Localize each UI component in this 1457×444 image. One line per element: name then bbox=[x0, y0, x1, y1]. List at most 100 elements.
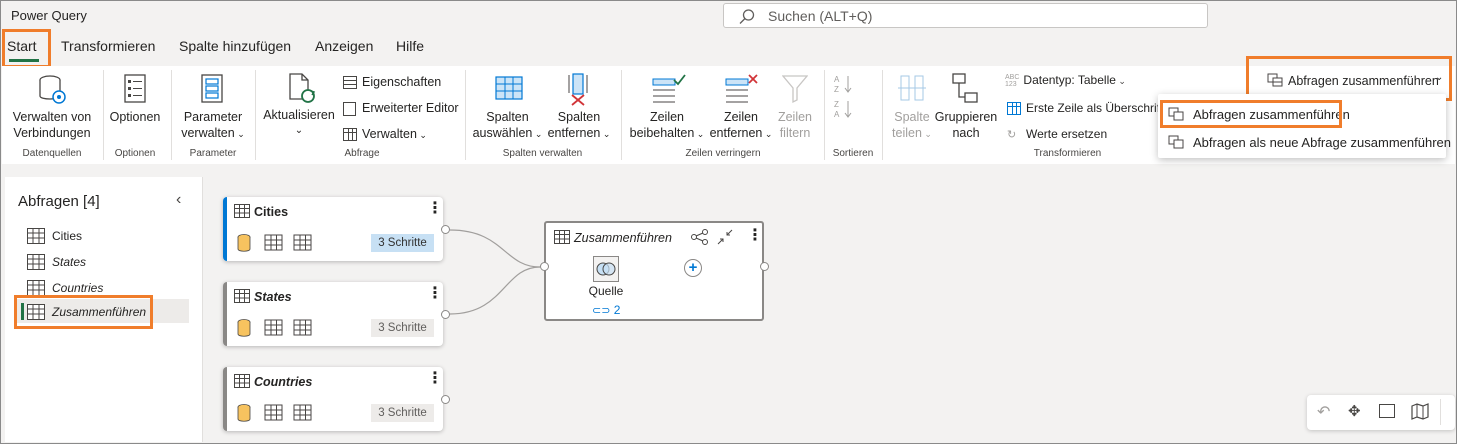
database-gear-icon bbox=[38, 74, 68, 111]
label-line: Spalten bbox=[486, 110, 529, 124]
input-port[interactable] bbox=[540, 262, 549, 271]
query-card-countries[interactable]: Countries ⋮ 3 Schritte bbox=[223, 367, 450, 431]
group-datenquellen: Datenquellen bbox=[22, 148, 82, 159]
sort-ascending-icon[interactable]: A Z bbox=[833, 74, 855, 99]
more-options-icon[interactable]: ⋮ bbox=[427, 371, 443, 387]
steps-badge[interactable]: 3 Schritte bbox=[371, 319, 434, 337]
eigenschaften-button[interactable]: Eigenschaften bbox=[343, 75, 442, 90]
table-header-icon bbox=[1007, 102, 1021, 116]
erweiterter-editor-button[interactable]: Erweiterter Editor bbox=[343, 101, 459, 116]
optionen-button[interactable]: Optionen bbox=[104, 109, 166, 125]
sort-descending-icon[interactable]: Z A bbox=[833, 99, 855, 124]
collapse-chevron-icon[interactable]: ‹ bbox=[176, 191, 181, 209]
steps-badge[interactable]: 3 Schritte bbox=[371, 234, 434, 252]
merge-as-new-icon bbox=[1168, 135, 1184, 154]
spalten-auswaehlen-button[interactable]: Spalten auswählen ⌄ bbox=[470, 109, 545, 142]
tab-transformieren[interactable]: Transformieren bbox=[61, 38, 155, 54]
output-port[interactable] bbox=[441, 395, 450, 404]
chevron-down-icon: ⌄ bbox=[1115, 76, 1126, 86]
label-line: beibehalten ⌄ bbox=[628, 125, 706, 142]
chevron-down-icon: ⌄ bbox=[416, 130, 427, 140]
query-card-states[interactable]: States ⋮ 3 Schritte bbox=[223, 282, 450, 346]
collapse-icon[interactable] bbox=[717, 229, 733, 245]
search-placeholder: Suchen (ALT+Q) bbox=[768, 8, 873, 24]
chevron-down-icon: ⌄ bbox=[600, 129, 611, 139]
card-title: Countries bbox=[254, 375, 313, 389]
separator bbox=[882, 70, 883, 160]
search-input[interactable]: Suchen (ALT+Q) bbox=[723, 3, 1208, 28]
svg-text:Z: Z bbox=[834, 85, 839, 94]
query-card-zusammenfuehren[interactable]: Zusammenführen ⋮ Quelle ⊂⊃ 2 + bbox=[544, 221, 764, 321]
card-bar bbox=[223, 367, 227, 431]
tab-hilfe[interactable]: Hilfe bbox=[396, 38, 424, 54]
table-icon bbox=[234, 289, 250, 303]
label-line: teilen ⌄ bbox=[886, 125, 938, 142]
datentyp-dropdown[interactable]: ABC 123 Datentyp: Tabelle ⌄ bbox=[1005, 73, 1126, 88]
more-options-icon[interactable]: ⋮ bbox=[427, 286, 443, 302]
separator bbox=[465, 70, 466, 160]
menu-item-als-neue-abfrage[interactable]: Abfragen als neue Abfrage zusammenführen bbox=[1193, 135, 1451, 150]
linked-queries[interactable]: ⊂⊃ 2 bbox=[592, 303, 620, 317]
zeilen-entfernen-button[interactable]: Zeilen entfernen ⌄ bbox=[706, 109, 776, 142]
table-icon bbox=[27, 254, 45, 270]
separator bbox=[255, 70, 256, 160]
datatype-123-text: 123 bbox=[1005, 80, 1017, 88]
more-options-icon[interactable]: ⋮ bbox=[747, 228, 763, 244]
highlight-tab-start bbox=[2, 29, 51, 68]
canvas-controls: ↶ ✥ bbox=[1307, 395, 1455, 430]
label-text: Eigenschaften bbox=[362, 75, 442, 89]
steps-badge[interactable]: 3 Schritte bbox=[371, 404, 434, 422]
zeilen-beibehalten-button[interactable]: Zeilen beibehalten ⌄ bbox=[628, 109, 706, 142]
erste-zeile-button[interactable]: Erste Zeile als Überschrif bbox=[1007, 101, 1159, 116]
share-icon[interactable] bbox=[691, 229, 709, 245]
label-text: teilen bbox=[892, 126, 922, 140]
svg-text:A: A bbox=[834, 75, 840, 84]
spalten-entfernen-button[interactable]: Spalten entfernen ⌄ bbox=[543, 109, 615, 142]
spalte-teilen-button[interactable]: Spalte teilen ⌄ bbox=[886, 109, 938, 142]
gruppieren-nach-button[interactable]: Gruppieren nach bbox=[934, 109, 998, 141]
verwalten-button[interactable]: Verwalten ⌄ bbox=[343, 127, 427, 142]
table-icon bbox=[234, 374, 250, 388]
move-icon[interactable]: ✥ bbox=[1348, 402, 1361, 420]
label-line: Spalten bbox=[557, 110, 601, 124]
output-port[interactable] bbox=[760, 262, 769, 271]
label-line: Spalte bbox=[894, 110, 930, 124]
merge-step-icon[interactable] bbox=[593, 256, 619, 282]
group-optionen: Optionen bbox=[114, 148, 156, 159]
undo-icon[interactable]: ↶ bbox=[1317, 402, 1330, 422]
output-port[interactable] bbox=[441, 310, 450, 319]
tab-spalte-hinzufuegen[interactable]: Spalte hinzufügen bbox=[179, 38, 291, 54]
split-column-icon bbox=[897, 74, 927, 109]
choose-columns-icon bbox=[495, 76, 523, 105]
query-name: States bbox=[52, 255, 87, 269]
table-icon bbox=[554, 230, 570, 244]
query-item-cities[interactable]: Cities bbox=[27, 228, 82, 247]
verwalten-verbindungen-button[interactable]: Verwalten von Verbindungen bbox=[8, 109, 96, 141]
query-item-states[interactable]: States bbox=[27, 254, 86, 273]
svg-text:A: A bbox=[834, 110, 840, 119]
chevron-down-icon: ⌄ bbox=[694, 129, 705, 139]
more-options-icon[interactable]: ⋮ bbox=[427, 201, 443, 217]
zeilen-filtern-button[interactable]: Zeilen filtern bbox=[772, 109, 818, 141]
query-card-cities[interactable]: Cities ⋮ 3 Schritte bbox=[223, 197, 450, 261]
map-icon[interactable] bbox=[1411, 403, 1429, 420]
label-text: Erste Zeile als Überschrif bbox=[1026, 101, 1159, 115]
output-port[interactable] bbox=[441, 225, 450, 234]
label-line: Verbindungen bbox=[13, 126, 91, 140]
label-text: Werte ersetzen bbox=[1026, 127, 1108, 141]
query-name: Countries bbox=[52, 281, 104, 295]
datatype-icon: ABC 123 bbox=[1005, 74, 1019, 88]
svg-text:Z: Z bbox=[834, 100, 839, 109]
separator bbox=[824, 70, 825, 160]
parameter-verwalten-button[interactable]: Parameter verwalten ⌄ bbox=[175, 109, 251, 142]
tab-anzeigen[interactable]: Anzeigen bbox=[315, 38, 373, 54]
werte-ersetzen-button[interactable]: ↻ Werte ersetzen bbox=[1007, 127, 1107, 141]
aktualisieren-button[interactable]: Aktualisieren ⌄ bbox=[262, 107, 336, 139]
highlight-menu-item bbox=[1160, 100, 1342, 128]
label-text: verwalten bbox=[181, 126, 235, 140]
fit-to-screen-icon[interactable] bbox=[1379, 404, 1395, 418]
table-icon bbox=[27, 228, 45, 244]
chevron-down-icon: ⌄ bbox=[294, 125, 304, 136]
separator bbox=[621, 70, 622, 160]
add-step-button[interactable]: + bbox=[684, 259, 702, 277]
